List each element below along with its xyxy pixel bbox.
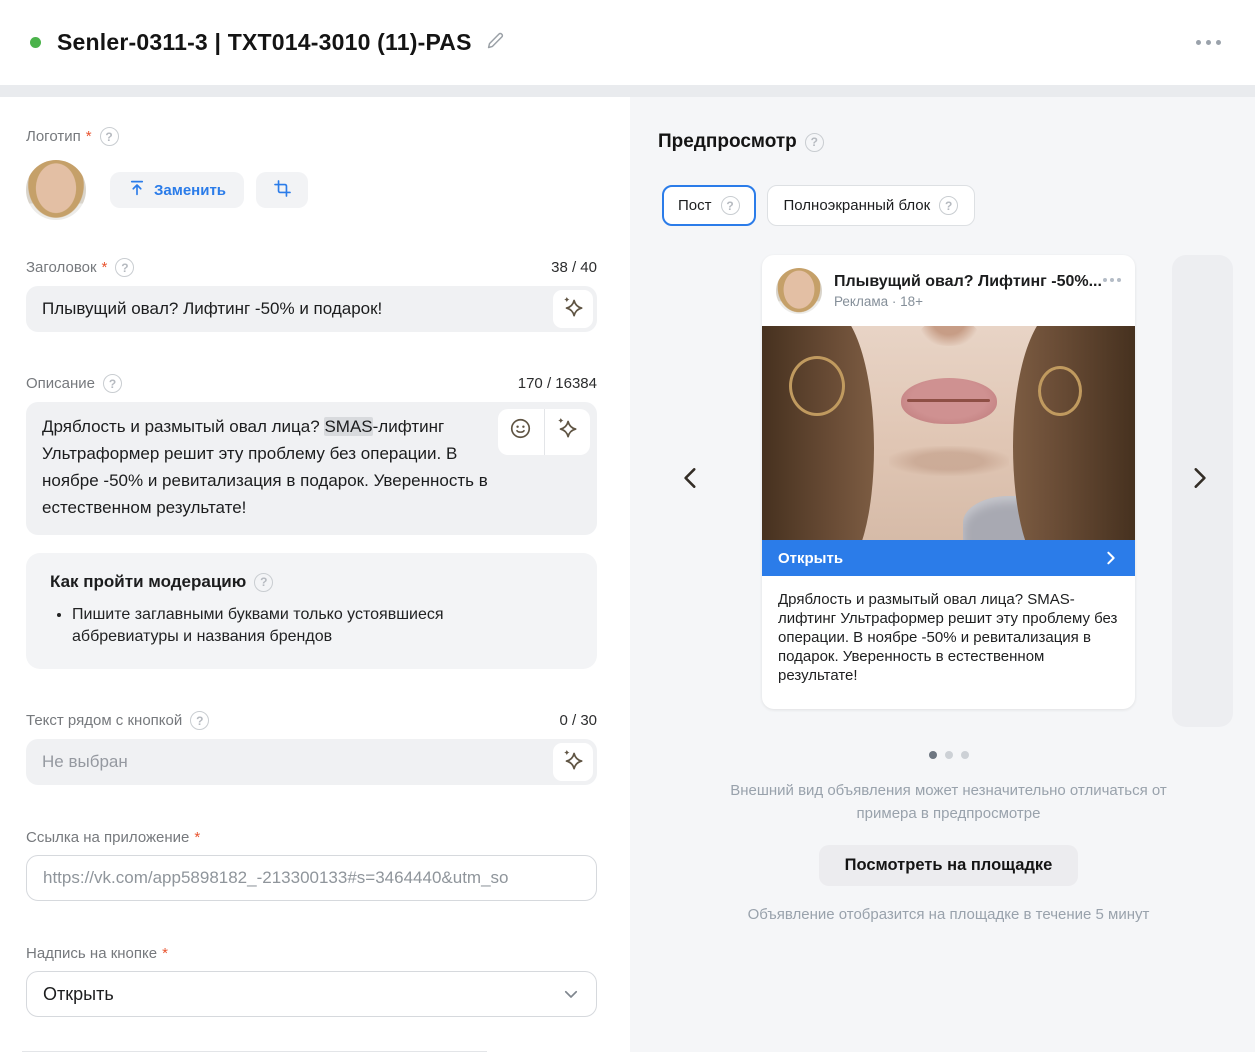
logo-avatar[interactable] bbox=[26, 160, 86, 220]
sparkle-icon bbox=[554, 415, 580, 449]
ad-open-button[interactable]: Открыть bbox=[762, 540, 1135, 576]
ad-creative-image bbox=[762, 326, 1135, 540]
tab-fullscreen-block[interactable]: Полноэкранный блок ? bbox=[766, 185, 976, 226]
header-more-menu[interactable] bbox=[1190, 34, 1227, 51]
carousel-next-button[interactable] bbox=[1182, 461, 1216, 495]
ai-generate-button[interactable] bbox=[553, 743, 593, 781]
description-counter: 170 / 16384 bbox=[517, 375, 597, 392]
ad-name-title: Senler-0311-3 | TXT014-3010 (11)-PAS bbox=[57, 29, 472, 55]
help-icon[interactable]: ? bbox=[939, 196, 959, 215]
app-link-input[interactable] bbox=[26, 855, 597, 901]
pencil-icon bbox=[484, 29, 506, 56]
spellcheck-highlight: SMAS bbox=[324, 417, 373, 436]
description-text: Дряблость и размытый овал лица? SMAS-лиф… bbox=[42, 417, 488, 517]
help-icon[interactable]: ? bbox=[720, 196, 740, 215]
ad-form-panel: Логотип * ? Заменить Заголовок * ? 38 / … bbox=[0, 97, 630, 1052]
help-icon[interactable]: ? bbox=[254, 572, 274, 592]
ai-generate-button[interactable] bbox=[543, 409, 591, 455]
sparkle-icon bbox=[560, 747, 586, 778]
earring-shape bbox=[789, 356, 845, 416]
description-textarea[interactable]: Дряблость и размытый овал лица? SMAS-лиф… bbox=[26, 402, 597, 535]
help-icon[interactable]: ? bbox=[99, 127, 119, 146]
moderation-hint-box: Как пройти модерацию ? Пишите заглавными… bbox=[26, 553, 597, 669]
selected-option: Открыть bbox=[43, 983, 114, 1004]
replace-logo-button[interactable]: Заменить bbox=[110, 172, 245, 208]
sparkle-icon bbox=[560, 294, 586, 325]
logo-label: Логотип * bbox=[26, 128, 92, 145]
advertiser-avatar bbox=[776, 268, 822, 314]
button-caption-label: Надпись на кнопке * bbox=[26, 945, 168, 962]
crop-icon bbox=[273, 179, 292, 202]
smiley-icon bbox=[508, 416, 533, 449]
earring-shape bbox=[1038, 366, 1082, 416]
card-more-menu[interactable] bbox=[1103, 278, 1121, 282]
carousel-dots bbox=[762, 751, 1135, 759]
moderation-title: Как пройти модерацию bbox=[50, 572, 247, 591]
button-text-counter: 0 / 30 bbox=[559, 712, 597, 729]
chevron-down-icon bbox=[562, 985, 580, 1003]
ad-card-description: Дряблость и размытый овал лица? SMAS-лиф… bbox=[778, 591, 1118, 684]
moderation-rule: Пишите заглавными буквами только устоявш… bbox=[72, 604, 542, 648]
carousel-dot[interactable] bbox=[928, 751, 937, 759]
ai-generate-button[interactable] bbox=[553, 290, 593, 328]
platform-note: Объявление отобразится на площадке в теч… bbox=[747, 906, 1150, 923]
app-link-label: Ссылка на приложение * bbox=[26, 829, 201, 846]
chevron-right-icon bbox=[1103, 550, 1119, 566]
help-icon[interactable]: ? bbox=[115, 258, 135, 277]
carousel-dot[interactable] bbox=[960, 751, 969, 759]
page-header: Senler-0311-3 | TXT014-3010 (11)-PAS bbox=[0, 0, 1255, 85]
preview-title: Предпросмотр bbox=[658, 131, 797, 152]
help-icon[interactable]: ? bbox=[103, 374, 123, 393]
status-dot bbox=[30, 37, 41, 48]
ad-preview-card: Плывущий овал? Лифтинг -50%... Реклама ·… bbox=[762, 255, 1135, 709]
help-icon[interactable]: ? bbox=[804, 132, 824, 152]
tab-post[interactable]: Пост ? bbox=[662, 185, 756, 226]
crop-logo-button[interactable] bbox=[256, 172, 309, 208]
carousel-dot[interactable] bbox=[944, 751, 953, 759]
button-caption-select[interactable]: Открыть bbox=[26, 971, 597, 1017]
preview-panel: Предпросмотр ? Пост ? Полноэкранный блок… bbox=[630, 97, 1255, 1052]
ad-card-subtitle: Реклама · 18+ bbox=[834, 294, 924, 309]
view-on-platform-button[interactable]: Посмотреть на площадке bbox=[818, 845, 1079, 886]
description-label: Описание bbox=[26, 375, 96, 392]
title-counter: 38 / 40 bbox=[551, 259, 597, 276]
button-text-label: Текст рядом с кнопкой bbox=[26, 712, 183, 729]
emoji-picker-button[interactable] bbox=[498, 409, 544, 455]
help-icon[interactable]: ? bbox=[190, 711, 210, 730]
button-text-input[interactable] bbox=[26, 739, 597, 785]
title-label: Заголовок * bbox=[26, 259, 108, 276]
preview-disclaimer: Внешний вид объявления может незначитель… bbox=[730, 782, 1167, 822]
edit-name-button[interactable] bbox=[484, 29, 506, 56]
title-input[interactable] bbox=[26, 286, 597, 332]
carousel-prev-button[interactable] bbox=[674, 461, 708, 495]
ad-card-title: Плывущий овал? Лифтинг -50%... bbox=[834, 273, 1102, 290]
upload-icon bbox=[128, 179, 146, 201]
